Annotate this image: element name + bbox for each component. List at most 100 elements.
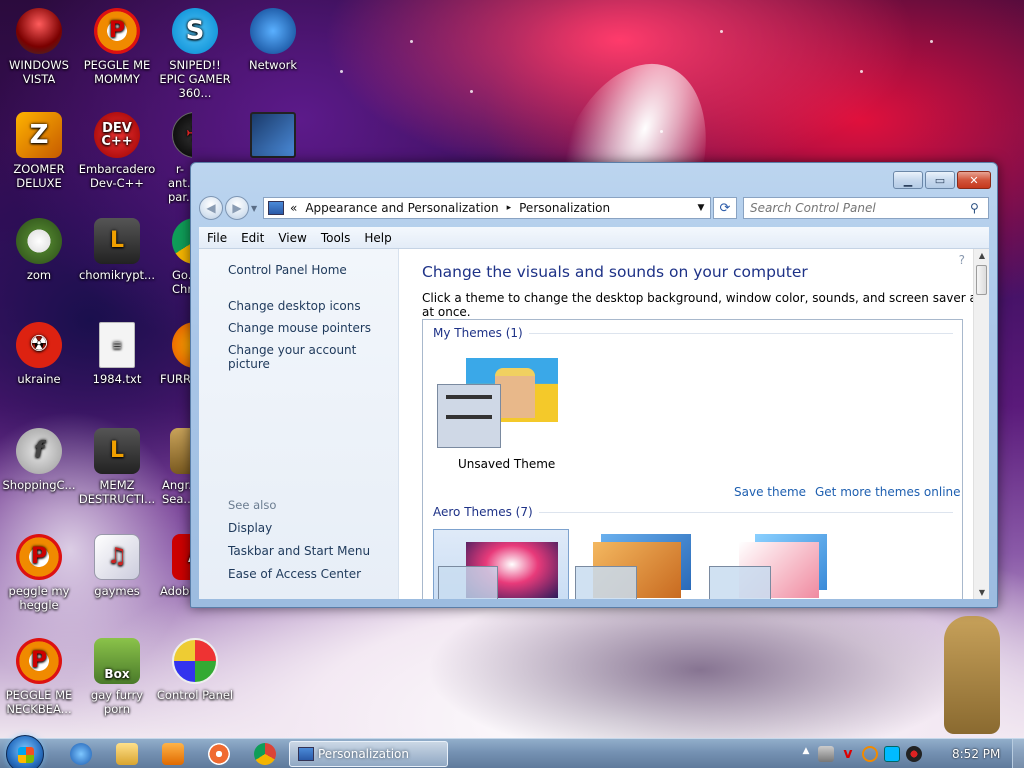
desktop-icon-zom[interactable]: zom [0,218,78,282]
menu-edit[interactable]: Edit [241,231,264,245]
show-hidden-icons-icon[interactable]: ▲ [798,746,814,762]
aero-themes-header[interactable]: Aero Themes (7) [433,505,953,519]
unsaved-theme-thumbnail[interactable] [437,358,561,454]
display-link[interactable]: Display [228,521,272,535]
desktop-icon-adobe[interactable]: A Adobe... [156,534,192,598]
minimize-icon: ▁ [903,173,913,187]
desktop-icon-google-chrome[interactable]: Go... Chr... [156,218,192,296]
minimize-button[interactable]: ▁ [893,171,923,189]
breadcrumb-separator-icon[interactable]: ▸ [507,203,512,213]
desktop-icon-windows-vista[interactable]: WINDOWS VISTA [0,8,78,86]
search-input[interactable] [750,201,970,215]
page-title: Change the visuals and sounds on your co… [422,263,808,281]
tray-app-icon[interactable] [818,746,834,762]
unsaved-theme-label[interactable]: Unsaved Theme [458,457,555,471]
page-description: Click a theme to change the desktop back… [422,291,984,319]
monitor-icon [250,112,296,158]
clock[interactable]: 8:52 PM [952,747,1000,761]
skype-icon: S [172,8,218,54]
personalization-window[interactable]: ▁ ▭ ✕ ◀ ▶ ▼ « Appearance and Personaliza… [190,162,998,608]
desktop-icon-chomikrypt[interactable]: L chomikrypt... [78,218,156,282]
desktop-icon-control-panel[interactable]: Control Panel [156,638,234,702]
menu-view[interactable]: View [278,231,306,245]
menu-file[interactable]: File [207,231,227,245]
wallpaper-sparkle [470,90,473,93]
change-mouse-pointers-link[interactable]: Change mouse pointers [228,321,398,335]
wallpaper-sparkle [410,40,413,43]
maximize-icon: ▭ [934,173,946,187]
my-themes-header[interactable]: My Themes (1) [433,326,953,340]
adobe-icon: A [172,534,192,580]
start-button[interactable] [6,735,44,768]
desktop-icon-network[interactable]: Network [234,8,312,72]
media-player-icon[interactable] [162,743,184,765]
aero-theme-thumbnail-2[interactable] [575,532,695,599]
aero-theme-thumbnail-3[interactable] [709,532,829,599]
address-dropdown-icon[interactable]: ▼ [692,203,710,213]
wallpaper-sparkle [720,30,723,33]
search-box[interactable]: ⚲ [743,197,989,219]
desktop-icon-ukraine[interactable]: ☢ ukraine [0,322,78,386]
desktop-icon-shoppingc[interactable]: f ShoppingC... [0,428,78,492]
close-button[interactable]: ✕ [957,171,991,189]
scrollbar-thumb[interactable] [976,265,987,295]
taskbar-button-personalization[interactable]: Personalization [289,741,448,767]
menu-help[interactable]: Help [364,231,391,245]
maximize-button[interactable]: ▭ [925,171,955,189]
desktop-icon-peggle-me-neckbeard[interactable]: P PEGGLE ME NECKBEA... [0,638,78,716]
address-bar[interactable]: « Appearance and Personalization ▸ Perso… [263,197,711,219]
change-desktop-icons-link[interactable]: Change desktop icons [228,299,398,313]
aero-theme-thumbnail-1[interactable] [433,529,569,599]
tray-search-icon[interactable] [862,746,878,762]
desktop-icon-sniped[interactable]: S SNIPED!! EPIC GAMER 360... [156,8,234,100]
wallpaper-sparkle [340,70,343,73]
wallpaper-sparkle [660,130,663,133]
back-button[interactable]: ◀ [199,196,223,220]
peggle-icon: P [94,8,140,54]
desktop-icon-r-ant[interactable]: ✈ r-ant... par... [156,112,192,204]
change-account-picture-link[interactable]: Change your account picture [228,343,398,371]
recent-pages-dropdown[interactable]: ▼ [251,204,261,213]
address-overflow[interactable]: « [290,201,297,215]
desktop-icon-zoomer-deluxe[interactable]: Z ZOOMER DELUXE [0,112,78,190]
tray-volume-icon[interactable] [906,746,922,762]
close-icon: ✕ [969,173,979,187]
breadcrumb-personalization[interactable]: Personalization [519,201,610,215]
desktop-icon-1984-txt[interactable]: ≡ 1984.txt [78,322,156,386]
scroll-down-icon[interactable]: ▼ [974,588,989,597]
chrome-icon[interactable] [254,743,276,765]
get-more-themes-link[interactable]: Get more themes online [815,485,961,499]
desktop-icon-peggle-my-heggle[interactable]: P peggle my heggle [0,534,78,612]
save-theme-link[interactable]: Save theme [734,485,806,499]
desktop-icon-angry-birds[interactable]: Angr... Sea... [156,428,192,506]
app-flower-icon[interactable] [208,743,230,765]
vertical-scrollbar[interactable]: ▲ ▼ [973,249,989,599]
refresh-button[interactable]: ⟳ [713,197,737,219]
control-panel-home-link[interactable]: Control Panel Home [228,263,398,277]
tray-display-icon[interactable] [884,746,900,762]
chrome-icon [172,218,192,264]
taskbar-start-menu-link[interactable]: Taskbar and Start Menu [228,544,370,558]
scroll-up-icon[interactable]: ▲ [974,251,989,260]
breadcrumb-appearance[interactable]: Appearance and Personalization [305,201,498,215]
forward-button[interactable]: ▶ [225,196,249,220]
desktop-icon-gaymes[interactable]: ♫ gaymes [78,534,156,598]
internet-explorer-icon[interactable] [70,743,92,765]
caption-buttons: ▁ ▭ ✕ [893,171,991,189]
menu-tools[interactable]: Tools [321,231,351,245]
desktop-icon-furry[interactable]: FURR... [156,322,192,386]
show-desktop-button[interactable] [1012,739,1024,768]
windows-explorer-icon[interactable] [116,743,138,765]
desktop-icon-gay-furry-porn[interactable]: Box gay furry porn [78,638,156,716]
search-icon[interactable]: ⚲ [970,201,988,215]
desktop-icon-memz[interactable]: L MEMZ DESTRUCTI... [78,428,156,506]
desktop-icon-embarcadero-devcpp[interactable]: DEV C++ Embarcadero Dev-C++ [78,112,156,190]
help-icon[interactable]: ? [959,253,965,267]
tray-antivirus-icon[interactable]: v [840,746,856,762]
taskbar: Personalization v ▲ 8:52 PM [0,735,1024,768]
desktop-icon-monitor[interactable] [234,112,312,162]
box-beaver-icon: Box [94,638,140,684]
desktop-icon-peggle-me-mommy[interactable]: P PEGGLE ME MOMMY [78,8,156,86]
ease-of-access-link[interactable]: Ease of Access Center [228,567,361,581]
forward-arrow-icon: ▶ [232,201,242,215]
